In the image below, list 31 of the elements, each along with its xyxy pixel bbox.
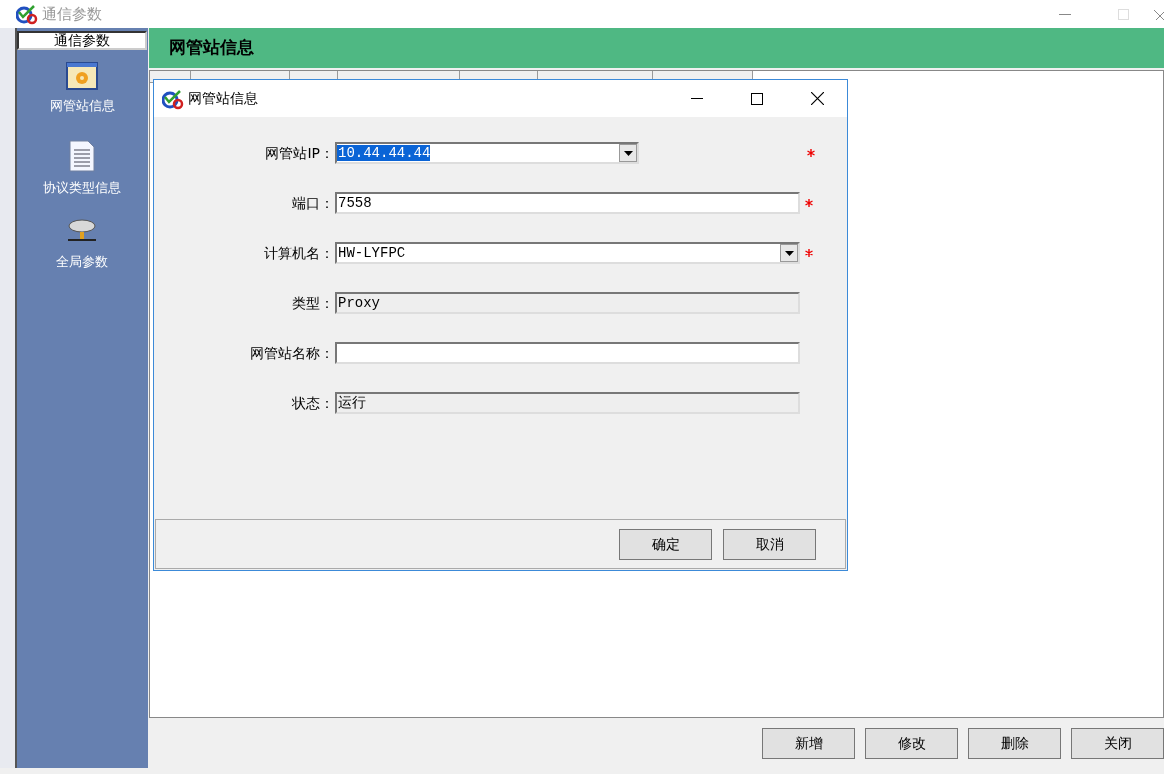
sidebar-header[interactable]: 通信参数 — [17, 31, 148, 50]
input-field[interactable] — [335, 342, 800, 364]
dialog-button[interactable]: 确定 — [619, 528, 712, 560]
field-label: 端口： — [291, 193, 334, 213]
toolbar-button[interactable]: 关闭 — [1071, 727, 1164, 759]
field-label: 类型： — [291, 293, 334, 313]
sidebar-item[interactable]: 协议类型信息 — [43, 178, 122, 198]
close-icon — [1152, 8, 1164, 20]
field-label: 网管站IP： — [264, 143, 334, 163]
toolbar-button[interactable]: 删除 — [968, 727, 1061, 759]
close-icon — [810, 92, 824, 105]
document-icon — [69, 140, 96, 172]
toolbar-button[interactable]: 修改 — [865, 727, 958, 759]
logo-icon — [16, 3, 38, 25]
panel-title: 网管站信息 — [169, 36, 254, 60]
combo-box[interactable]: HW-LYFPC — [335, 242, 800, 264]
window-title: 通信参数 — [42, 3, 102, 25]
window-gear-icon — [66, 62, 99, 90]
field-label: 网管站名称： — [249, 343, 334, 363]
sidebar-item[interactable]: 全局参数 — [56, 252, 109, 272]
combo-box[interactable]: 10.44.44.44 — [335, 142, 639, 164]
field-label: 状态： — [291, 393, 334, 413]
sidebar-item[interactable]: 网管站信息 — [49, 96, 115, 116]
logo-icon — [162, 87, 184, 110]
input-field[interactable]: 7558 — [335, 192, 800, 214]
dialog-button[interactable]: 取消 — [723, 528, 816, 560]
toolbar-button[interactable]: 新增 — [762, 727, 855, 759]
dialog-title: 网管站信息 — [188, 89, 258, 108]
input-field[interactable]: Proxy — [335, 292, 800, 314]
field-label: 计算机名： — [263, 243, 334, 263]
input-field[interactable]: 运行 — [335, 392, 800, 414]
